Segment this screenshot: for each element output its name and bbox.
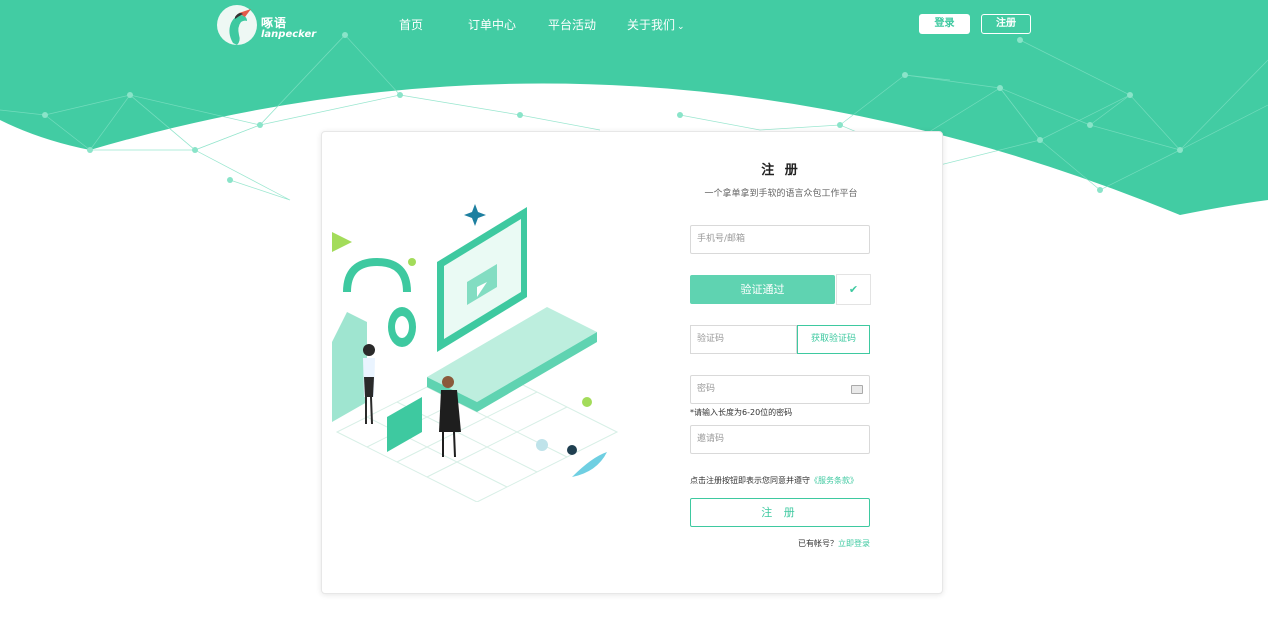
chevron-down-icon: ⌄ — [677, 22, 685, 32]
workspace-illustration — [332, 204, 619, 502]
check-icon: ✔ — [848, 283, 859, 296]
login-button[interactable]: 登录 — [919, 14, 970, 34]
nav-item-about[interactable]: 关于我们 ⌄ — [627, 16, 685, 33]
have-account-label: 已有帐号？ — [798, 539, 838, 548]
top-header: 啄语 lanpecker 首页 订单中心 平台活动 关于我们 ⌄ 登录 注册 — [0, 0, 1268, 50]
nav-item-about-label: 关于我们 — [627, 18, 676, 32]
login-now-link[interactable]: 立即登录 — [838, 539, 870, 548]
invite-code-input[interactable]: 邀请码 — [690, 425, 870, 454]
verify-status-bar[interactable]: 验证通过 — [690, 275, 835, 304]
register-form: 注 册 一个拿单拿到手软的语言众包工作平台 手机号/邮箱 验证通过 ✔ 验证码 … — [690, 132, 872, 595]
nav-item-activities[interactable]: 平台活动 — [548, 16, 596, 33]
agreement-label: 点击注册按钮即表示您同意并遵守 — [690, 476, 810, 485]
password-input[interactable]: 密码 — [690, 375, 870, 404]
brand-logo[interactable]: 啄语 lanpecker — [217, 5, 317, 47]
password-hint: *请输入长度为6-20位的密码 — [690, 408, 793, 417]
register-card: 注 册 一个拿单拿到手软的语言众包工作平台 手机号/邮箱 验证通过 ✔ 验证码 … — [321, 131, 943, 594]
keyboard-icon[interactable] — [851, 385, 863, 394]
form-subtitle: 一个拿单拿到手软的语言众包工作平台 — [704, 189, 858, 199]
password-placeholder: 密码 — [697, 384, 716, 394]
phone-email-input[interactable]: 手机号/邮箱 — [690, 225, 870, 254]
nav-item-home[interactable]: 首页 — [399, 16, 423, 33]
submit-register-button[interactable]: 注 册 — [690, 498, 870, 527]
terms-link[interactable]: 《服务条款》 — [810, 476, 858, 485]
register-button[interactable]: 注册 — [981, 14, 1031, 34]
have-account-row: 已有帐号？立即登录 — [690, 538, 870, 549]
brand-name-en: lanpecker — [261, 29, 317, 40]
nav-item-orders[interactable]: 订单中心 — [468, 16, 516, 33]
form-title: 注 册 — [761, 163, 801, 178]
get-code-button[interactable]: 获取验证码 — [797, 325, 870, 354]
woodpecker-icon — [229, 9, 251, 45]
verification-code-input[interactable]: 验证码 — [690, 325, 797, 354]
agreement-text: 点击注册按钮即表示您同意并遵守《服务条款》 — [690, 475, 858, 486]
verify-check-box: ✔ — [836, 274, 871, 305]
